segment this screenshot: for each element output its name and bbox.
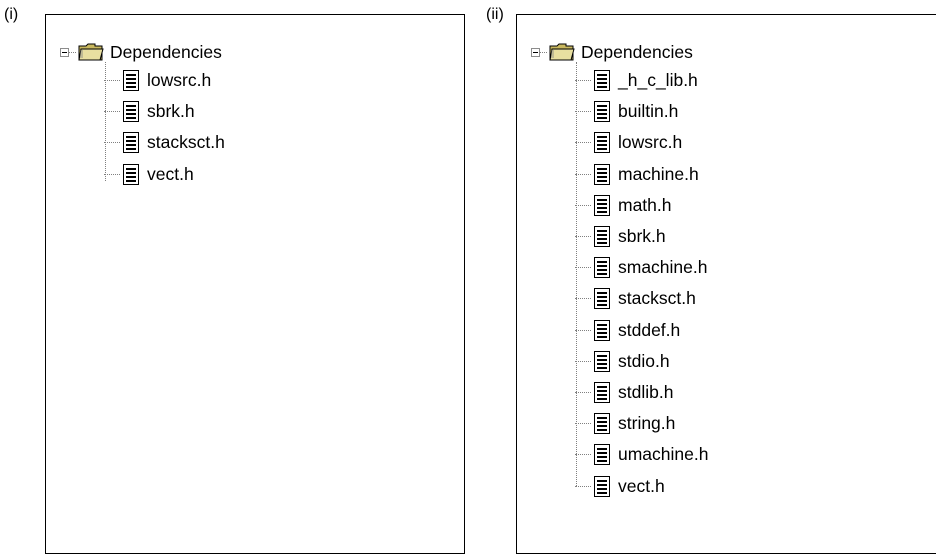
tree-connector: [575, 329, 591, 331]
file-label: umachine.h: [618, 444, 709, 465]
file-label: lowsrc.h: [618, 132, 683, 153]
file-label: sbrk.h: [147, 101, 195, 122]
document-icon: [123, 70, 139, 92]
collapse-minus-icon[interactable]: [531, 47, 540, 57]
panel-label-i: (i): [4, 6, 19, 23]
document-icon: [123, 132, 139, 154]
file-label: stacksct.h: [147, 132, 225, 153]
file-label: _h_c_lib.h: [618, 70, 698, 91]
document-icon: [594, 288, 610, 310]
tree-root-label: Dependencies: [110, 41, 222, 62]
tree-connector: [575, 204, 591, 206]
tree-file-item[interactable]: vect.h: [104, 159, 225, 190]
document-icon: [123, 163, 139, 185]
file-label: math.h: [618, 194, 672, 215]
tree-root-label: Dependencies: [581, 41, 693, 62]
tree-file-item[interactable]: stdio.h: [575, 346, 708, 377]
tree-connector: [575, 485, 591, 487]
tree-connector: [575, 267, 591, 269]
file-label: smachine.h: [618, 257, 708, 278]
document-icon: [594, 381, 610, 403]
tree-connector: [575, 360, 591, 362]
tree-connector: [540, 51, 547, 53]
file-label: string.h: [618, 413, 676, 434]
tree-connector: [575, 391, 591, 393]
file-list: _h_c_lib.h builtin.h lowsrc.h machine.h …: [575, 65, 708, 502]
tree-file-item[interactable]: umachine.h: [575, 439, 708, 470]
document-icon: [594, 226, 610, 248]
tree-file-item[interactable]: stddef.h: [575, 315, 708, 346]
tree-connector: [575, 80, 591, 82]
tree-connector: [104, 111, 120, 113]
document-icon: [594, 257, 610, 279]
document-icon: [594, 163, 610, 185]
tree-connector: [104, 173, 120, 175]
file-label: vect.h: [618, 475, 665, 496]
file-label: machine.h: [618, 163, 699, 184]
tree-file-item[interactable]: lowsrc.h: [104, 65, 225, 96]
folder-icon: [549, 43, 575, 61]
tree-file-item[interactable]: string.h: [575, 408, 708, 439]
file-label: lowsrc.h: [147, 70, 212, 91]
tree-file-item[interactable]: math.h: [575, 190, 708, 221]
tree-connector: [575, 236, 591, 238]
file-label: builtin.h: [618, 101, 679, 122]
tree-file-item[interactable]: lowsrc.h: [575, 127, 708, 158]
tree-connector: [575, 454, 591, 456]
tree-file-item[interactable]: vect.h: [575, 470, 708, 501]
document-icon: [594, 194, 610, 216]
tree-connector: [575, 111, 591, 113]
file-label: stacksct.h: [618, 288, 696, 309]
document-icon: [594, 350, 610, 372]
tree-file-item[interactable]: machine.h: [575, 159, 708, 190]
file-label: vect.h: [147, 163, 194, 184]
tree-file-item[interactable]: sbrk.h: [104, 96, 225, 127]
tree-root-node[interactable]: Dependencies: [60, 39, 222, 65]
file-list: lowsrc.h sbrk.h stacksct.h vect.h: [104, 65, 225, 190]
document-icon: [594, 319, 610, 341]
document-icon: [594, 132, 610, 154]
folder-icon: [78, 43, 104, 61]
tree-connector: [575, 173, 591, 175]
tree-connector: [104, 80, 120, 82]
dependency-tree-panel-ii[interactable]: Dependencies _h_c_lib.h builtin.h lowsrc…: [516, 14, 936, 554]
tree-file-item[interactable]: stacksct.h: [575, 283, 708, 314]
tree-file-item[interactable]: sbrk.h: [575, 221, 708, 252]
tree-file-item[interactable]: stdlib.h: [575, 377, 708, 408]
tree-root-node[interactable]: Dependencies: [531, 39, 693, 65]
dependency-tree-panel-i[interactable]: Dependencies lowsrc.h sbrk.h stacksct.h …: [45, 14, 465, 554]
panel-label-ii: (ii): [486, 6, 504, 23]
tree-file-item[interactable]: builtin.h: [575, 96, 708, 127]
tree-connector: [69, 51, 76, 53]
tree-connector: [575, 142, 591, 144]
tree-connector: [104, 142, 120, 144]
document-icon: [594, 413, 610, 435]
collapse-minus-icon[interactable]: [60, 47, 69, 57]
file-label: sbrk.h: [618, 226, 666, 247]
document-icon: [594, 475, 610, 497]
file-label: stdio.h: [618, 350, 670, 371]
file-label: stdlib.h: [618, 381, 674, 402]
tree-connector: [575, 423, 591, 425]
tree-file-item[interactable]: _h_c_lib.h: [575, 65, 708, 96]
document-icon: [594, 101, 610, 123]
file-label: stddef.h: [618, 319, 681, 340]
tree-file-item[interactable]: smachine.h: [575, 252, 708, 283]
document-icon: [594, 70, 610, 92]
document-icon: [123, 101, 139, 123]
document-icon: [594, 444, 610, 466]
tree-file-item[interactable]: stacksct.h: [104, 127, 225, 158]
tree-connector: [575, 298, 591, 300]
